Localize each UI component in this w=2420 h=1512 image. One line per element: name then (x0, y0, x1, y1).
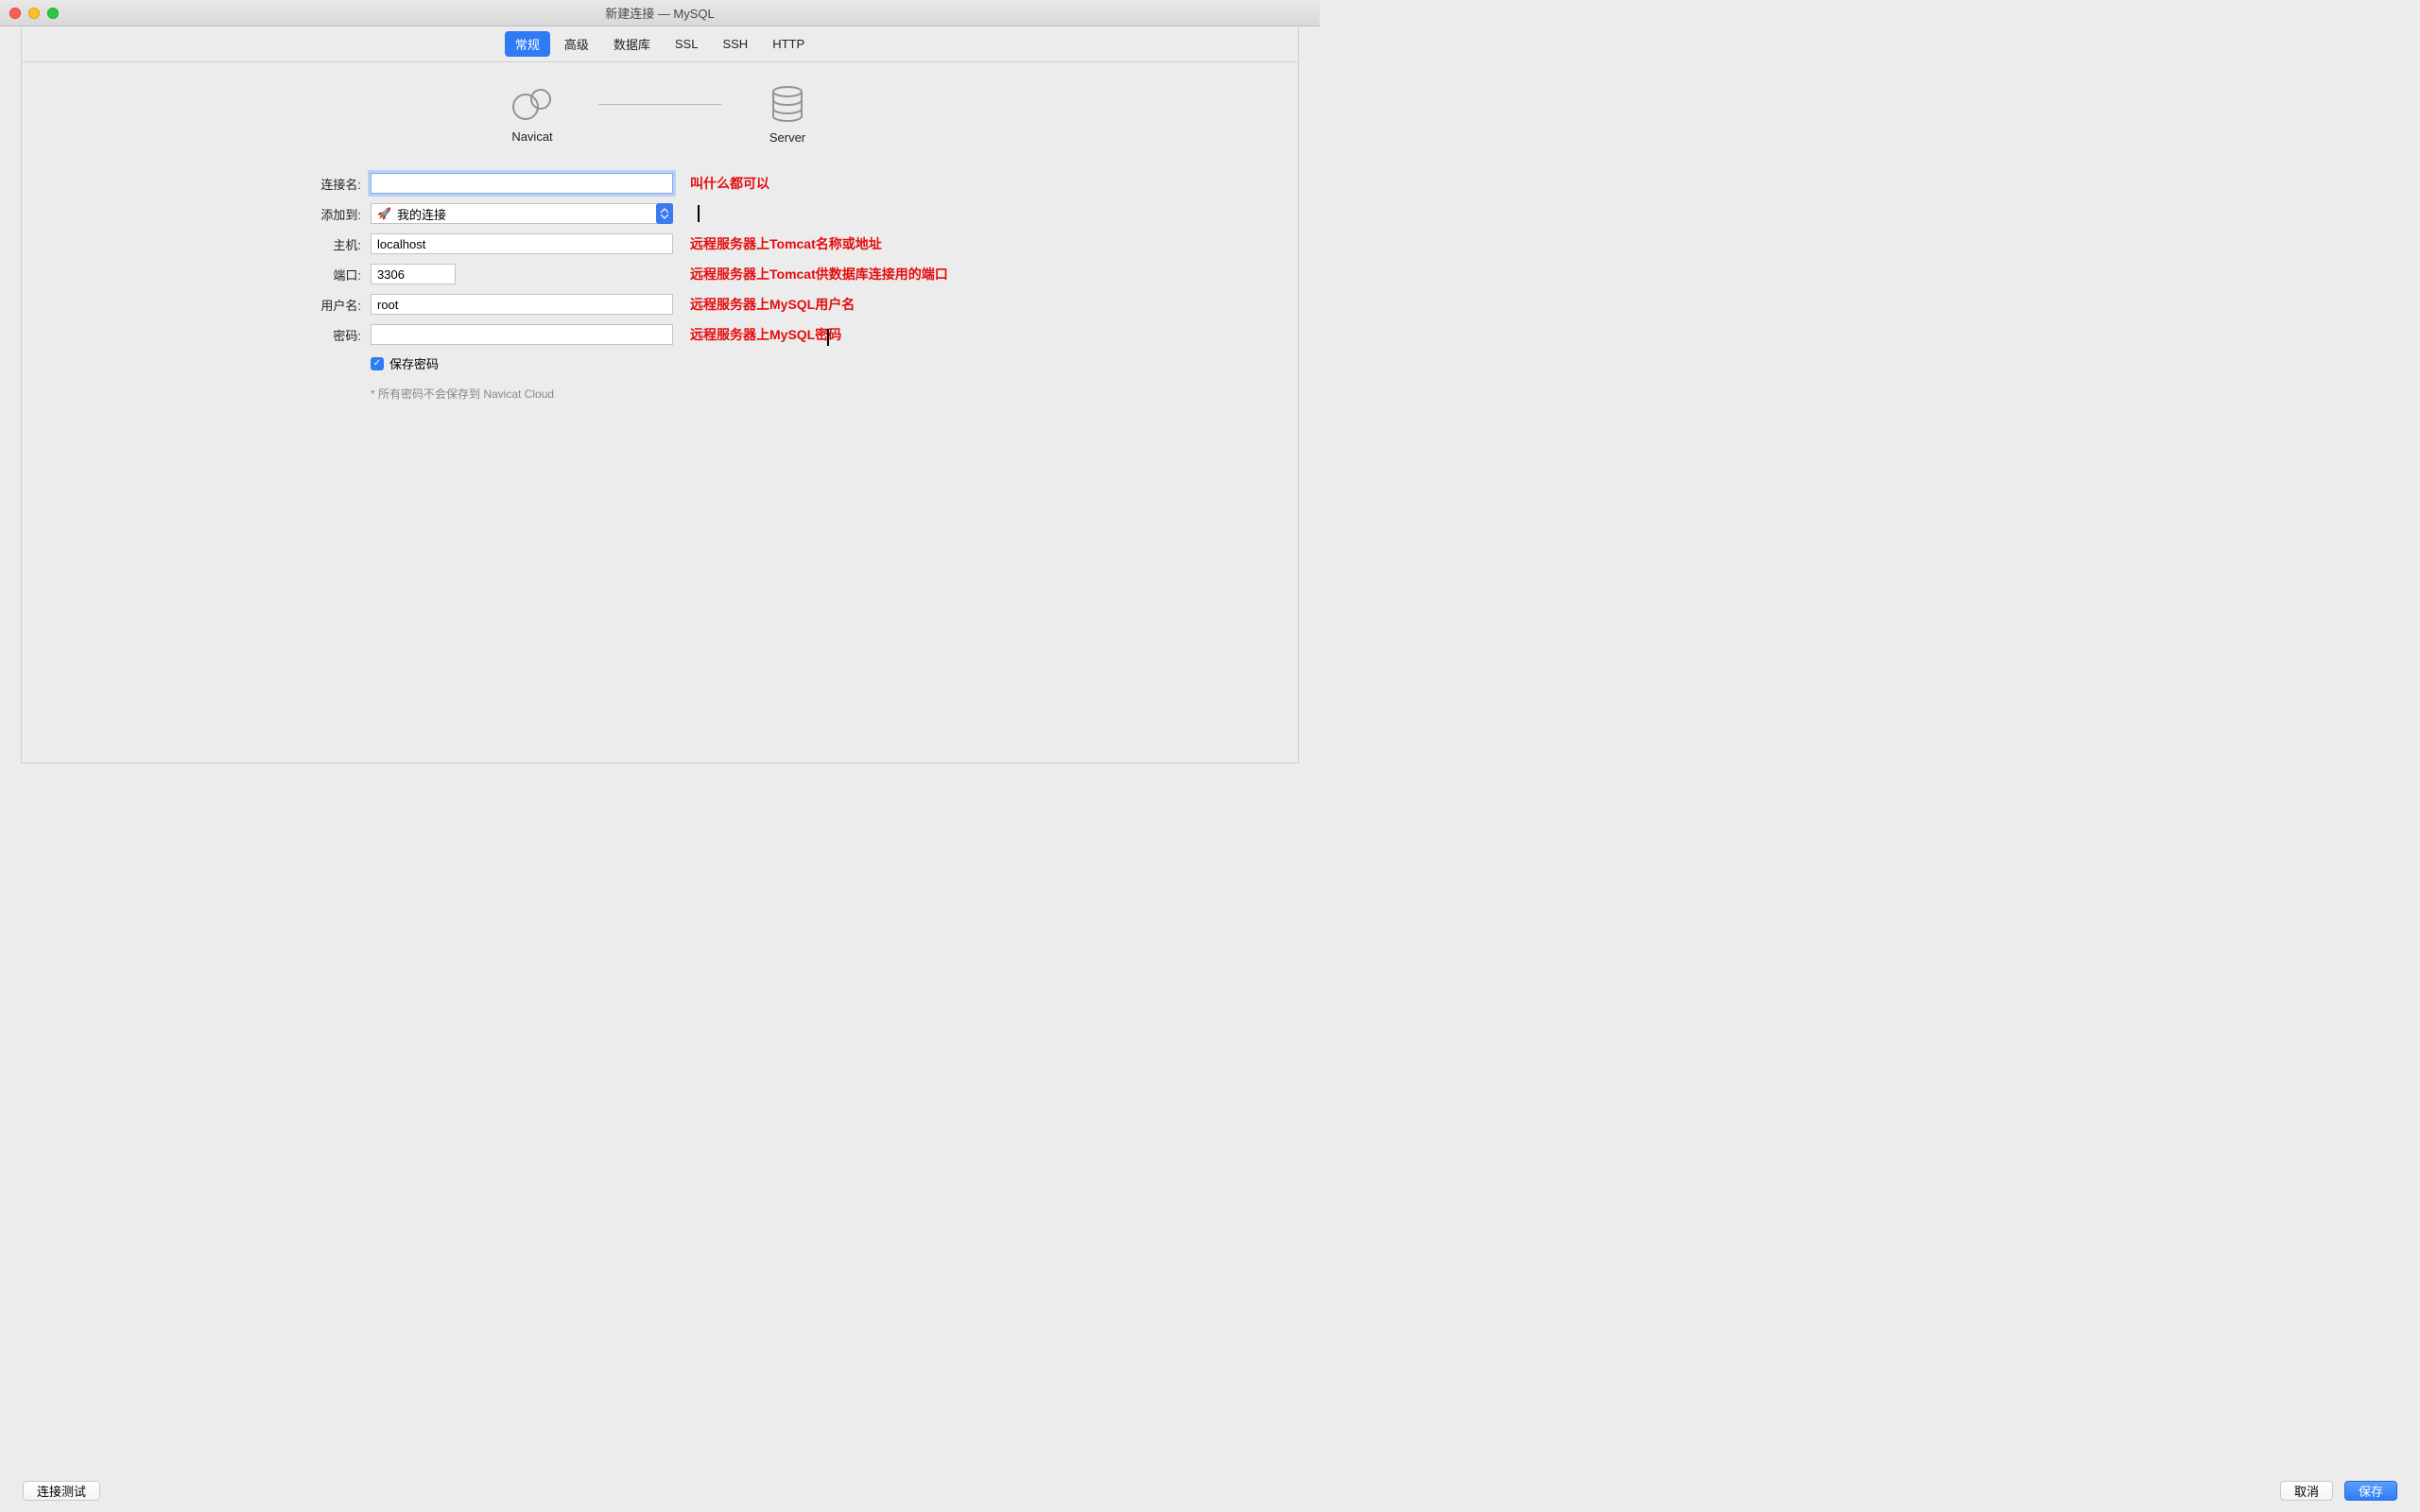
password-note: * 所有密码不会保存到 Navicat Cloud (371, 386, 673, 402)
navicat-icon (512, 86, 552, 122)
rocket-icon: 🚀 (377, 207, 391, 220)
connection-diagram: Navicat Server (22, 85, 1298, 145)
connection-name-label: 连接名: (297, 175, 361, 193)
database-icon (770, 85, 804, 123)
save-password-row[interactable]: ✓ 保存密码 (371, 354, 673, 372)
save-password-label: 保存密码 (389, 354, 439, 372)
annotation-add-to (683, 205, 1023, 222)
password-input[interactable] (371, 324, 673, 345)
port-label: 端口: (297, 266, 361, 284)
port-input[interactable] (371, 264, 456, 284)
window-body: 常规 高级 数据库 SSL SSH HTTP Navicat Server (21, 26, 1299, 764)
checkbox-checked-icon[interactable]: ✓ (371, 357, 384, 370)
maximize-icon[interactable] (47, 8, 59, 19)
titlebar: 新建连接 — MySQL (0, 0, 1320, 26)
host-label: 主机: (297, 235, 361, 253)
connection-name-input[interactable] (371, 173, 673, 194)
connector-line (598, 104, 721, 105)
server-label: Server (769, 130, 805, 145)
tab-ssh[interactable]: SSH (712, 33, 758, 55)
chevron-updown-icon (656, 203, 673, 224)
tabbar: 常规 高级 数据库 SSL SSH HTTP (22, 26, 1298, 62)
username-label: 用户名: (297, 296, 361, 314)
annotation-password: 远程服务器上MySQL密码 (683, 325, 1023, 344)
tab-general[interactable]: 常规 (505, 31, 550, 57)
annotation-host: 远程服务器上Tomcat名称或地址 (683, 234, 1023, 253)
save-button[interactable]: 保存 (2344, 1481, 2397, 1501)
server-icon-box: Server (750, 85, 825, 145)
tab-database[interactable]: 数据库 (603, 31, 661, 57)
annotation-port: 远程服务器上Tomcat供数据库连接用的端口 (683, 265, 1023, 284)
tab-advanced[interactable]: 高级 (554, 31, 599, 57)
window-title: 新建连接 — MySQL (0, 4, 1320, 22)
annotation-username: 远程服务器上MySQL用户名 (683, 295, 1023, 314)
test-connection-button[interactable]: 连接测试 (23, 1481, 100, 1501)
footer: 连接测试 取消 保存 (23, 1481, 2397, 1501)
add-to-select[interactable]: 🚀 我的连接 (371, 203, 673, 224)
window-controls (9, 8, 59, 19)
annotation-connection-name: 叫什么都可以 (683, 174, 1023, 193)
navicat-icon-box: Navicat (494, 86, 570, 144)
tab-http[interactable]: HTTP (762, 33, 815, 55)
add-to-value: 我的连接 (397, 205, 446, 223)
username-input[interactable] (371, 294, 673, 315)
password-label: 密码: (297, 326, 361, 344)
tab-ssl[interactable]: SSL (665, 33, 709, 55)
add-to-label: 添加到: (297, 205, 361, 223)
form-area: 连接名: 叫什么都可以 添加到: 🚀 我的连接 主机: 远程服务器上Tomcat… (22, 173, 1298, 402)
minimize-icon[interactable] (28, 8, 40, 19)
host-input[interactable] (371, 233, 673, 254)
cancel-button[interactable]: 取消 (2280, 1481, 2333, 1501)
navicat-label: Navicat (511, 129, 552, 144)
close-icon[interactable] (9, 8, 21, 19)
